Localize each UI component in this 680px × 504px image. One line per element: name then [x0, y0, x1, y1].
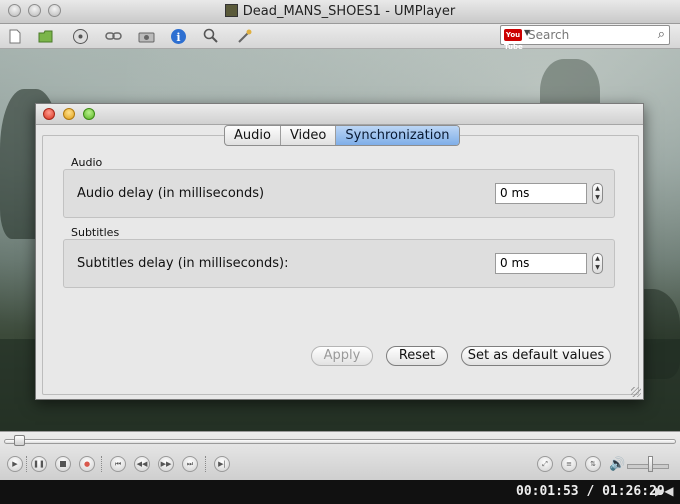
new-file-icon[interactable] [6, 27, 24, 45]
play-icon[interactable]: ▶ [7, 456, 23, 472]
rewind-icon[interactable]: ◀◀ [134, 456, 150, 472]
subtitles-delay-stepper[interactable]: ▲ ▼ [592, 253, 603, 274]
equalizer-icon[interactable]: ⇅ [585, 456, 601, 472]
volume-icon[interactable]: 🔊 [609, 457, 625, 472]
audio-delay-stepper[interactable]: ▲ ▼ [592, 183, 603, 204]
audio-group: Audio delay (in milliseconds) 0 ms ▲ ▼ [63, 169, 615, 218]
window-titlebar: Dead_MANS_SHOES1 - UMPlayer [0, 0, 680, 24]
tab-audio[interactable]: Audio [225, 126, 281, 145]
subtitles-group: Subtitles delay (in milliseconds): 0 ms … [63, 239, 615, 288]
frame-step-icon[interactable]: ▶| [214, 456, 230, 472]
aspect-ratio-icon[interactable]: ▶◀ [655, 484, 673, 498]
tools-icon[interactable] [235, 27, 253, 45]
apply-button[interactable]: Apply [311, 346, 373, 366]
time-separator: / [578, 484, 603, 499]
next-icon[interactable]: ⏭ [182, 456, 198, 472]
pause-icon[interactable]: ❚❚ [31, 456, 47, 472]
control-separator [101, 456, 103, 472]
player-controls: ▶ ❚❚ ● ⏮ ◀◀ ▶▶ ⏭ ▶| ⤢ ≡ ⇅ 🔊 [0, 431, 680, 480]
subtitles-group-title: Subtitles [71, 226, 120, 239]
subtitles-delay-label: Subtitles delay (in milliseconds): [77, 256, 289, 271]
reset-button[interactable]: Reset [386, 346, 448, 366]
preferences-dialog: Audio Video Synchronization Audio Audio … [35, 103, 644, 400]
youtube-logo-icon: You Tube [504, 29, 523, 51]
audio-group-title: Audio [71, 156, 103, 169]
subtitles-delay-input[interactable]: 0 ms [495, 253, 587, 274]
svg-text:i: i [176, 31, 180, 44]
open-folder-icon[interactable] [37, 27, 55, 45]
dialog-minimize-button[interactable] [63, 108, 75, 120]
current-time: 00:01:53 [516, 484, 579, 499]
window-title: Dead_MANS_SHOES1 - UMPlayer [0, 4, 680, 19]
search-input[interactable]: Search [528, 28, 569, 42]
search-icon[interactable]: ⌕ [658, 27, 665, 42]
main-toolbar: i You Tube ▼ Search ⌕ [0, 24, 680, 51]
control-separator [205, 456, 207, 472]
tab-synchronization[interactable]: Synchronization [336, 126, 459, 145]
search-magnifier-icon[interactable] [202, 27, 220, 45]
link-icon[interactable] [104, 27, 122, 45]
status-bar: 00:01:53 / 01:26:29 ▶◀ [0, 480, 680, 504]
playlist-icon[interactable]: ≡ [561, 456, 577, 472]
camera-icon[interactable] [137, 27, 155, 45]
control-separator [26, 456, 28, 472]
set-default-values-button[interactable]: Set as default values [461, 346, 611, 366]
dialog-close-button[interactable] [43, 108, 55, 120]
dialog-titlebar [36, 104, 643, 125]
stop-icon[interactable] [55, 456, 71, 472]
info-icon[interactable]: i [169, 27, 187, 45]
youtube-search-box[interactable]: You Tube ▼ Search ⌕ [500, 25, 670, 51]
resize-grip[interactable] [631, 387, 641, 397]
video-file-icon [224, 4, 238, 17]
time-display: 00:01:53 / 01:26:29 [516, 484, 665, 499]
seek-handle[interactable] [14, 435, 25, 446]
dialog-zoom-button[interactable] [83, 108, 95, 120]
record-icon[interactable]: ● [79, 456, 95, 472]
dvd-icon[interactable] [71, 27, 89, 45]
volume-slider-handle[interactable] [648, 456, 653, 472]
fast-forward-icon[interactable]: ▶▶ [158, 456, 174, 472]
tab-video[interactable]: Video [281, 126, 337, 145]
previous-icon[interactable]: ⏮ [110, 456, 126, 472]
dialog-tabs: Audio Video Synchronization [224, 125, 460, 146]
fullscreen-icon[interactable]: ⤢ [537, 456, 553, 472]
seek-bar[interactable] [4, 439, 676, 444]
audio-delay-label: Audio delay (in milliseconds) [77, 186, 265, 201]
audio-delay-input[interactable]: 0 ms [495, 183, 587, 204]
